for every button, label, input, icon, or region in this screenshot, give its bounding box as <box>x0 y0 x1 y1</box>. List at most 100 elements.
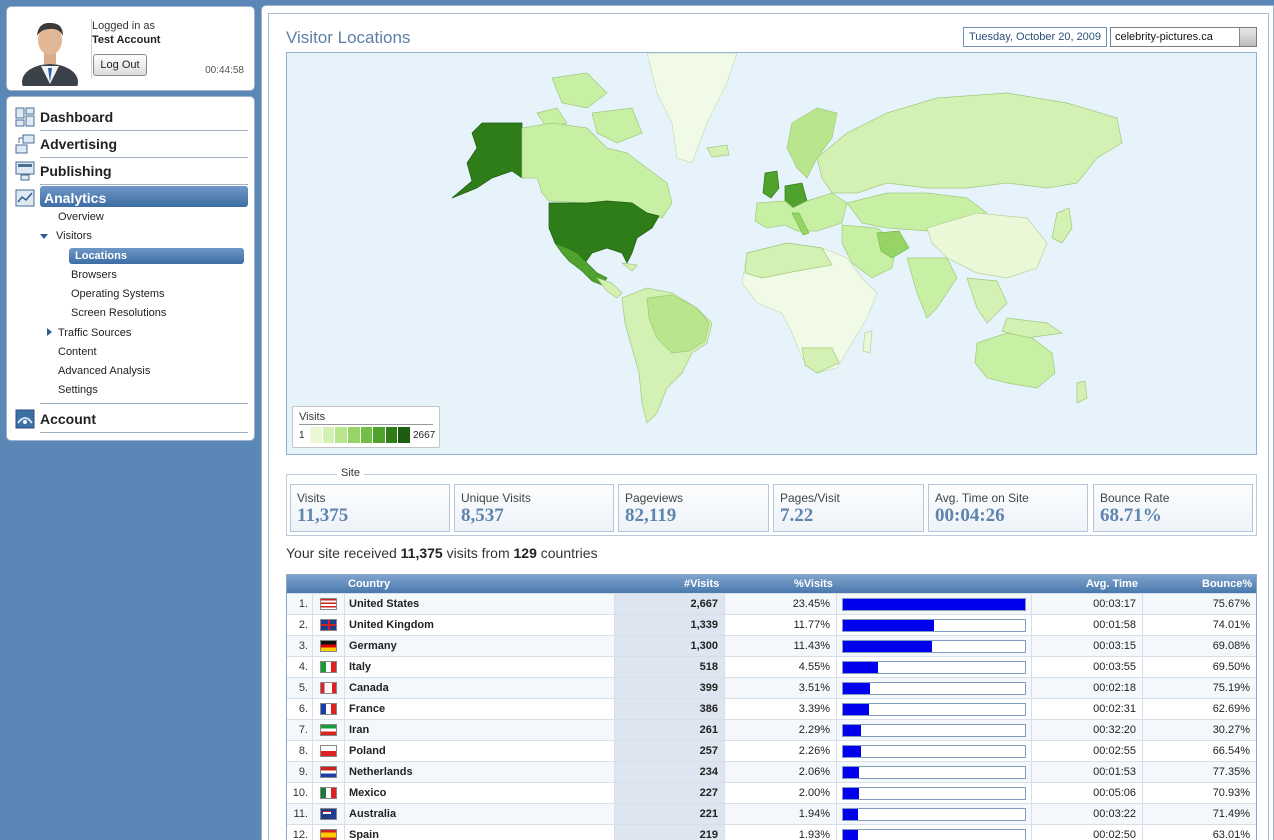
row-avg-time: 00:01:58 <box>1032 615 1143 635</box>
row-country[interactable]: Netherlands <box>345 762 615 782</box>
table-row[interactable]: 10. Mexico 227 2.00% 00:05:06 70.93% <box>287 782 1256 803</box>
row-country[interactable]: Iran <box>345 720 615 740</box>
table-row[interactable]: 4. Italy 518 4.55% 00:03:55 69.50% <box>287 656 1256 677</box>
nav-advertising[interactable]: Advertising <box>14 132 248 158</box>
row-country[interactable]: Spain <box>345 825 615 840</box>
nav-advanced-analysis[interactable]: Advanced Analysis <box>58 365 150 377</box>
visits-bar-track <box>842 682 1026 695</box>
table-row[interactable]: 1. United States 2,667 23.45% 00:03:17 75.67% <box>287 593 1256 614</box>
table-row[interactable]: 2. United Kingdom 1,339 11.77% 00:01:58 74.01… <box>287 614 1256 635</box>
nav-traffic-sources[interactable]: Traffic Sources <box>58 327 131 339</box>
table-row[interactable]: 12. Spain 219 1.93% 00:02:50 63.01% <box>287 824 1256 840</box>
row-country[interactable]: Australia <box>345 804 615 824</box>
col-bounce[interactable]: Bounce% <box>1202 578 1252 590</box>
nav-publishing[interactable]: Publishing <box>14 159 248 185</box>
site-metrics: Site Visits 11,375 Unique Visits 8,537 P… <box>286 467 1257 536</box>
visitors-expanded-icon[interactable] <box>40 234 48 239</box>
map-uk <box>762 170 780 199</box>
world-map[interactable]: Visits 1 2667 <box>286 52 1257 455</box>
world-map-canvas <box>451 53 1123 424</box>
table-row[interactable]: 8. Poland 257 2.26% 00:02:55 66.54% <box>287 740 1256 761</box>
nav-content[interactable]: Content <box>58 346 97 358</box>
nav-settings[interactable]: Settings <box>58 384 98 396</box>
row-bounce: 71.49% <box>1212 808 1250 820</box>
table-row[interactable]: 6. France 386 3.39% 00:02:31 62.69% <box>287 698 1256 719</box>
nav-dashboard[interactable]: Dashboard <box>14 105 248 131</box>
metric-label: Pages/Visit <box>780 491 840 505</box>
col-pct-visits[interactable]: %Visits <box>794 578 833 590</box>
nav-locations[interactable]: Locations <box>69 248 244 264</box>
table-row[interactable]: 9. Netherlands 234 2.06% 00:01:53 77.35% <box>287 761 1256 782</box>
table-row[interactable]: 5. Canada 399 3.51% 00:02:18 75.19% <box>287 677 1256 698</box>
row-avg-time: 00:03:15 <box>1032 636 1143 656</box>
nav-visitors[interactable]: Visitors <box>56 230 92 242</box>
nav-panel: Dashboard Advertising Publishing Analyti… <box>6 96 255 441</box>
date-picker[interactable]: Tuesday, October 20, 2009 <box>963 27 1107 47</box>
row-flag-cell <box>313 594 345 614</box>
nav-screen-resolutions[interactable]: Screen Resolutions <box>71 307 166 319</box>
row-country[interactable]: Germany <box>345 636 615 656</box>
it-flag-icon <box>320 661 337 673</box>
visits-bar-fill <box>843 746 861 757</box>
row-bar-cell <box>837 741 1032 761</box>
row-bounce: 69.08% <box>1212 640 1250 652</box>
row-avg-time: 00:02:31 <box>1032 699 1143 719</box>
nav-browsers[interactable]: Browsers <box>71 269 117 281</box>
nav-analytics-label: Analytics <box>44 190 107 206</box>
row-bar-cell <box>837 783 1032 803</box>
dropdown-arrow-icon[interactable] <box>1239 28 1256 46</box>
row-avg-time: 00:05:06 <box>1032 783 1143 803</box>
table-row[interactable]: 11. Australia 221 1.94% 00:03:22 71.49% <box>287 803 1256 824</box>
visits-bar-fill <box>843 662 879 673</box>
row-rank: 2. <box>287 615 313 635</box>
map-madagascar <box>862 330 873 354</box>
col-visits[interactable]: #Visits <box>684 578 719 590</box>
map-iceland <box>706 144 730 158</box>
nav-overview[interactable]: Overview <box>58 211 104 223</box>
row-country[interactable]: Canada <box>345 678 615 698</box>
nav-operating-systems[interactable]: Operating Systems <box>71 288 165 300</box>
row-country[interactable]: United Kingdom <box>345 615 615 635</box>
metric-label: Pageviews <box>625 491 684 505</box>
col-avg-time[interactable]: Avg. Time <box>1086 578 1138 590</box>
map-russia <box>816 92 1123 194</box>
es-flag-icon <box>320 829 337 840</box>
row-bounce: 66.54% <box>1212 745 1250 757</box>
user-panel: Logged in as Test Account Log Out 00:44:… <box>6 6 255 91</box>
row-flag-cell <box>313 741 345 761</box>
col-country[interactable]: Country <box>348 578 390 590</box>
row-bounce: 75.67% <box>1212 598 1250 610</box>
map-alaska <box>451 122 523 199</box>
metric-value: 7.22 <box>780 505 814 526</box>
publishing-icon <box>15 161 35 181</box>
row-country[interactable]: Mexico <box>345 783 615 803</box>
row-pct-visits: 11.43% <box>725 636 837 656</box>
row-country[interactable]: United States <box>345 594 615 614</box>
table-row[interactable]: 7. Iran 261 2.29% 00:32:20 30.27% <box>287 719 1256 740</box>
row-bar-cell <box>837 699 1032 719</box>
row-flag-cell <box>313 699 345 719</box>
visits-bar-track <box>842 619 1026 632</box>
site-selector[interactable]: celebrity-pictures.ca <box>1110 27 1257 47</box>
table-row[interactable]: 3. Germany 1,300 11.43% 00:03:15 69.08% <box>287 635 1256 656</box>
map-new-zealand <box>1076 380 1088 404</box>
metric-bounce-rate: Bounce Rate 68.71% <box>1093 484 1253 532</box>
row-avg-time: 00:03:55 <box>1032 657 1143 677</box>
row-country[interactable]: Poland <box>345 741 615 761</box>
row-visits: 261 <box>615 720 725 740</box>
row-country[interactable]: France <box>345 699 615 719</box>
metric-value: 68.71% <box>1100 505 1162 526</box>
metric-value: 11,375 <box>297 505 349 526</box>
nav-analytics[interactable]: Analytics <box>14 186 248 212</box>
traffic-sources-collapsed-icon[interactable] <box>47 328 52 336</box>
row-bar-cell <box>837 804 1032 824</box>
fr-flag-icon <box>320 703 337 715</box>
nav-divider <box>40 403 248 404</box>
nav-account[interactable]: Account <box>14 407 248 433</box>
visits-bar-track <box>842 808 1026 821</box>
row-visits: 399 <box>615 678 725 698</box>
logout-button[interactable]: Log Out <box>93 54 147 76</box>
row-country[interactable]: Italy <box>345 657 615 677</box>
map-central-america <box>596 262 638 299</box>
metric-label: Visits <box>297 491 326 505</box>
